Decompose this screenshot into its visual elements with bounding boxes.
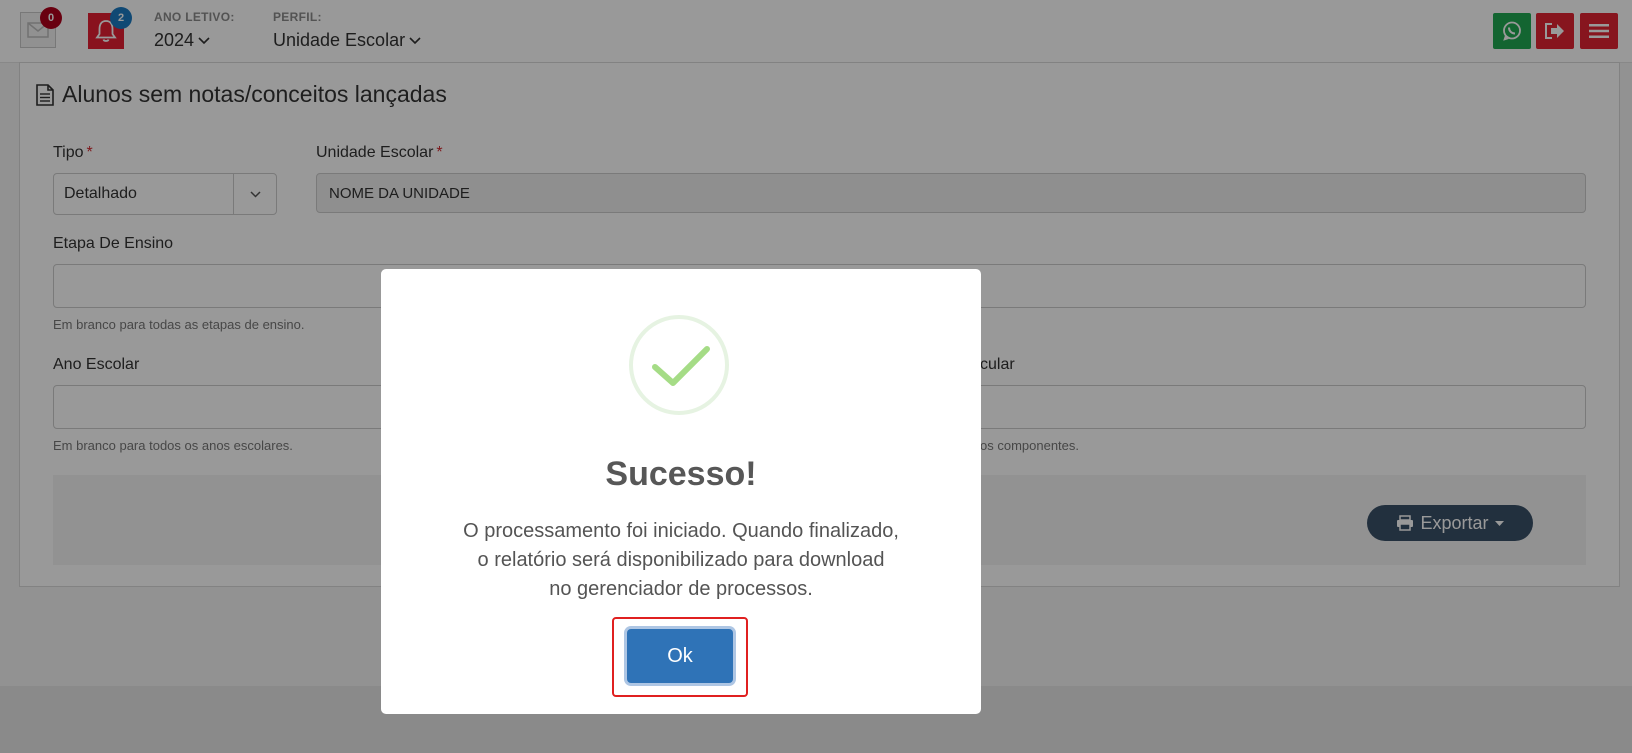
page: 0 2 ANO LETIVO: 2024 PERFIL: Unidade Esc…: [0, 0, 1632, 753]
dialog-message-line: o relatório será disponibilizado para do…: [477, 549, 885, 571]
dialog-message-line: no gerenciador de processos.: [549, 578, 813, 600]
dialog-message: O processamento foi iniciado. Quando fin…: [411, 517, 951, 604]
dialog-title: Sucesso!: [605, 455, 757, 493]
success-icon-circle: [629, 315, 729, 415]
ok-button[interactable]: Ok: [627, 629, 733, 683]
dialog-message-line: O processamento foi iniciado. Quando fin…: [463, 520, 899, 542]
checkmark-icon: [652, 346, 710, 386]
success-dialog: Sucesso! O processamento foi iniciado. Q…: [381, 269, 981, 714]
